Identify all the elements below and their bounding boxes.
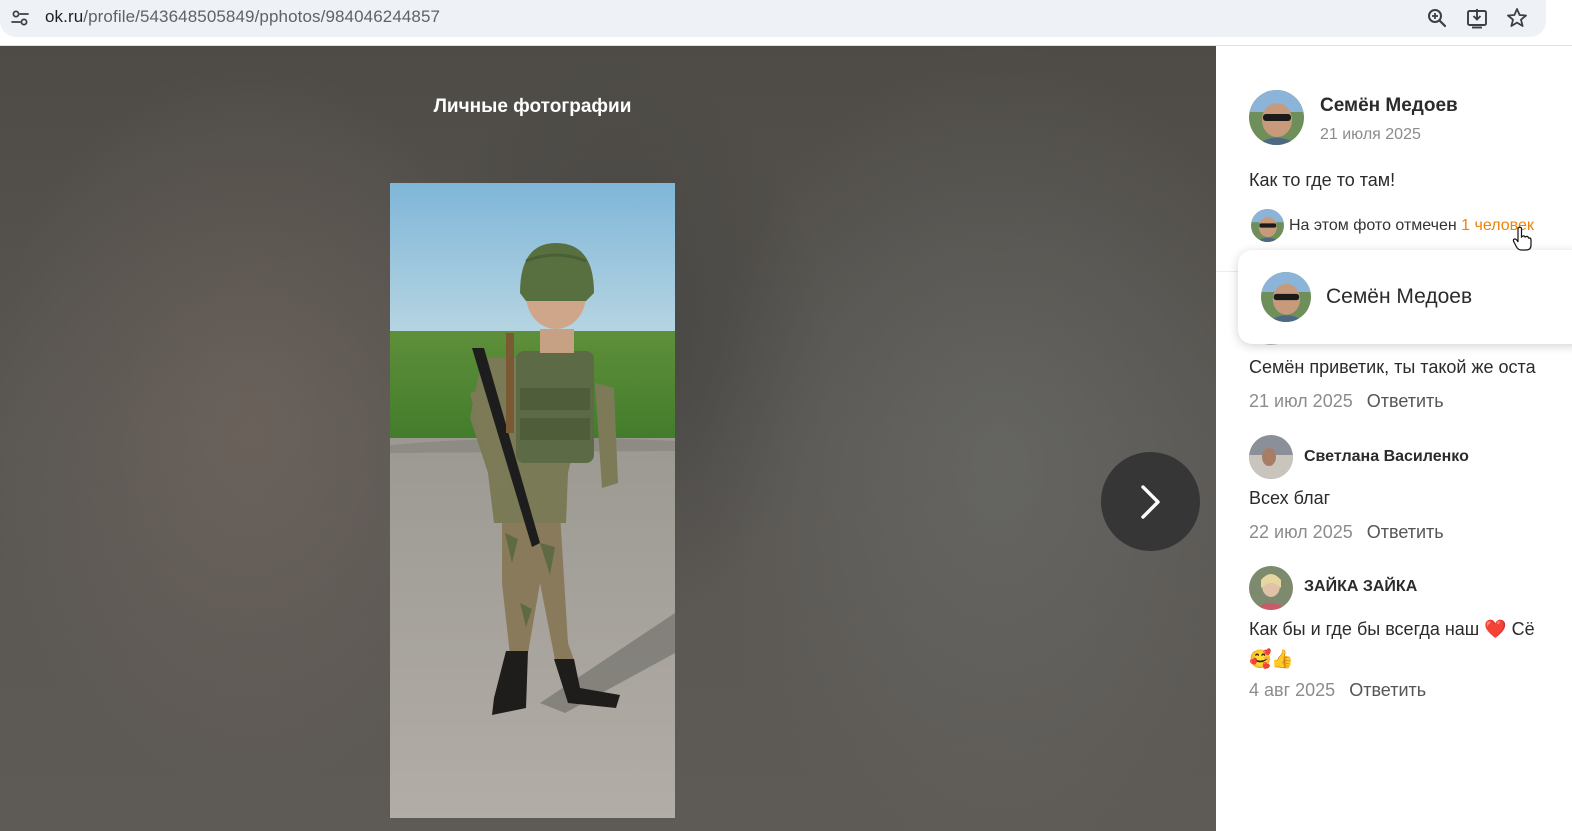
commenter-avatar-image: [1249, 435, 1293, 479]
comment-meta: 4 авг 2025 Ответить: [1249, 680, 1426, 701]
popup-person-name[interactable]: Семён Медоев: [1326, 285, 1472, 309]
commenter-name[interactable]: Светлана Василенко: [1304, 448, 1469, 466]
commenter-name[interactable]: ЗАЙКА ЗАЙКА: [1304, 578, 1417, 596]
install-icon[interactable]: [1465, 6, 1489, 30]
comment-date: 4 авг 2025: [1249, 680, 1336, 700]
zoom-icon[interactable]: [1425, 6, 1449, 30]
photo-viewer: Личные фотографии: [0, 46, 1216, 831]
main-photo[interactable]: [390, 183, 675, 818]
comment-date: 22 июл 2025: [1249, 522, 1353, 542]
popup-avatar[interactable]: [1261, 272, 1311, 322]
comment-text-emoji: 🥰👍: [1249, 649, 1294, 669]
commenter-avatar[interactable]: [1249, 435, 1293, 479]
comment-text: Как бы и где бы всегда наш ❤️ Сё: [1249, 619, 1535, 639]
author-avatar[interactable]: [1249, 90, 1304, 145]
comment-meta: 22 июл 2025 Ответить: [1249, 522, 1444, 543]
tag-info: На этом фото отмечен 1 человек: [1289, 217, 1534, 235]
next-photo-button[interactable]: [1101, 452, 1200, 551]
reply-link[interactable]: Ответить: [1367, 522, 1444, 542]
url-text[interactable]: ok.ru/profile/543648505849/pphotos/98404…: [45, 7, 440, 27]
popup-avatar-image: [1261, 272, 1311, 322]
address-bar[interactable]: ok.ru/profile/543648505849/pphotos/98404…: [0, 0, 1546, 37]
comment-meta: 21 июл 2025 Ответить: [1249, 391, 1444, 412]
reply-link[interactable]: Ответить: [1349, 680, 1426, 700]
chevron-right-icon: [1141, 485, 1160, 519]
reply-link[interactable]: Ответить: [1367, 391, 1444, 411]
comment-text: Всех благ: [1249, 488, 1331, 508]
bookmark-star-icon[interactable]: [1505, 6, 1529, 30]
commenter-avatar[interactable]: [1249, 566, 1293, 610]
post-description: Как то где то там!: [1249, 170, 1396, 190]
tagged-avatar-image: [1251, 209, 1284, 242]
tagged-avatar[interactable]: [1251, 209, 1284, 242]
photo-info-panel: Семён Медоев 21 июля 2025 Как то где то …: [1216, 46, 1572, 831]
photo-illustration: [390, 183, 675, 818]
post-date: 21 июля 2025: [1320, 126, 1421, 143]
album-title[interactable]: Личные фотографии: [0, 96, 1065, 118]
tagged-person-popup[interactable]: Семён Медоев: [1238, 250, 1572, 344]
comment-text: Семён приветик, ты такой же оста: [1249, 357, 1536, 377]
comment-date: 21 июл 2025: [1249, 391, 1353, 411]
browser-toolbar: ok.ru/profile/543648505849/pphotos/98404…: [0, 0, 1572, 46]
tagged-count-link[interactable]: 1 человек: [1461, 217, 1534, 234]
site-settings-icon[interactable]: [10, 8, 30, 28]
commenter-avatar-image: [1249, 566, 1293, 610]
tag-prefix: На этом фото отмечен: [1289, 217, 1457, 234]
author-name[interactable]: Семён Медоев: [1320, 95, 1458, 117]
author-avatar-image: [1249, 90, 1304, 145]
